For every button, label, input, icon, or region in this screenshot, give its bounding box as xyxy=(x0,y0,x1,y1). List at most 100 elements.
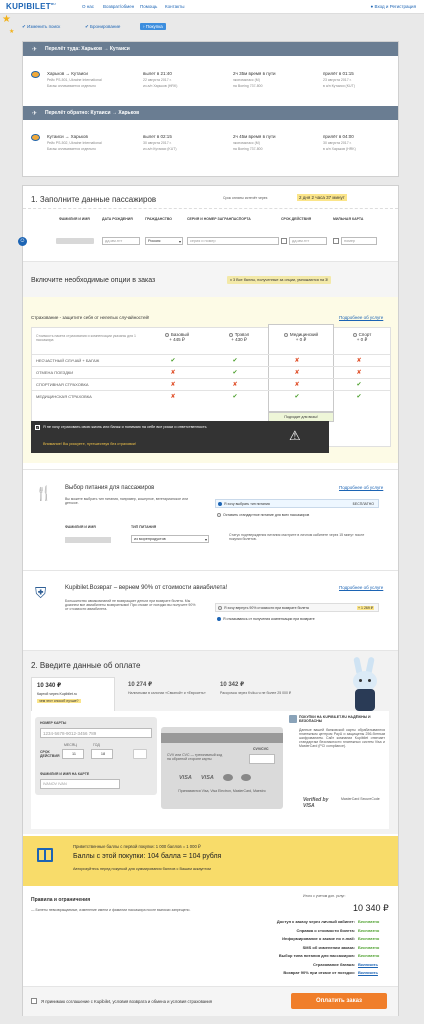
verified-by-visa-icon: Verified by VISA xyxy=(303,797,329,809)
pay-button[interactable]: Оплатить заказ xyxy=(291,993,387,1009)
visa-electron-logo-icon: VISA xyxy=(201,775,214,781)
meal-passenger-blurred xyxy=(65,537,111,543)
radio-meal-no[interactable] xyxy=(217,512,221,517)
insurance-row: МЕДИЦИНСКАЯ СТРАХОВКА ✘ ✔ ✔ ✔ xyxy=(32,390,390,402)
steps-bar: ★ ★ ✔ Изменить поиск ✔ Бронирование › По… xyxy=(0,14,424,38)
cross-icon: ✘ xyxy=(170,370,176,376)
flight-route: Харьков → Кутаиси xyxy=(47,71,88,76)
options-header: Включите необходимые опции в заказ x 3 В… xyxy=(23,261,398,297)
step-change-search[interactable]: ✔ Изменить поиск xyxy=(22,24,60,30)
logo[interactable]: KUPIBILETRU xyxy=(6,2,56,11)
insurance-row: СПОРТИВНАЯ СТРАХОВКА ✘ ✘ ✘ ✔ xyxy=(32,378,390,390)
arrival-date: 23 августа 2017 г. xyxy=(323,78,352,82)
arrival-time: прилёт в 04:00 xyxy=(323,134,354,139)
summary-line-label: Страхование багажа: xyxy=(313,961,355,967)
plan-sport[interactable]: Спорт + 0 ₽ xyxy=(332,332,392,343)
summary-line-label: Выбор типа питания для пассажиров: xyxy=(278,953,355,958)
summary-line-value: Бесплатно xyxy=(358,953,380,958)
rules-title: Правила и ограничения xyxy=(31,897,91,903)
radio-refund-no[interactable] xyxy=(217,616,221,621)
nav-contacts[interactable]: Контакты xyxy=(165,4,184,9)
meal-title: Выбор питания для пассажиров xyxy=(65,485,155,491)
expiry-input[interactable]: дд.мм.гггг xyxy=(289,237,327,245)
meal-option-yes[interactable]: Я хочу выбрать тип питания БЕСПЛАТНО xyxy=(215,499,379,508)
plane-icon: ✈ xyxy=(32,46,38,53)
step-purchase[interactable]: › Покупка xyxy=(140,23,166,30)
check-icon: ✔ xyxy=(294,394,300,400)
insurance-row-label: НЕСЧАСТНЫЙ СЛУЧАЙ + БАГАЖ xyxy=(36,358,100,363)
divider xyxy=(23,208,398,209)
nav-help[interactable]: Помощь xyxy=(140,4,157,9)
step-booking[interactable]: ✔ Бронирование xyxy=(85,24,120,30)
insurance-more-link[interactable]: Подробнее об услуге xyxy=(339,315,383,320)
check-icon: ✔ xyxy=(356,394,362,400)
login-link[interactable]: ● Вход и Регистрация xyxy=(371,4,416,9)
insurance-rows: НЕСЧАСТНЫЙ СЛУЧАЙ + БАГАЖ ✔ ✔ ✘ ✘ ОТМЕНА ПОЕЗ… xyxy=(32,354,390,402)
star-icon: ★ xyxy=(9,29,15,35)
cross-icon: ✘ xyxy=(356,358,362,364)
miles-input[interactable]: номер xyxy=(341,237,377,245)
decline-text: Я не хочу страховать свою жизнь или бага… xyxy=(43,425,207,429)
departure-date: 30 августа 2017 г. xyxy=(143,141,172,145)
plan-basic[interactable]: Базовый + 445 ₽ xyxy=(146,332,208,343)
flights-card: ✈ Перелёт туда: Харьков → Кутаиси Харько… xyxy=(22,41,399,177)
col-miles: МИЛЬНАЯ КАРТА xyxy=(333,217,364,221)
passport-input[interactable]: серия и номер xyxy=(187,237,279,245)
bonus-banner: Приветственные баллы с первой покупки: 1… xyxy=(23,836,398,886)
cvv-input[interactable] xyxy=(249,754,275,764)
card-month-input[interactable]: 11 xyxy=(62,749,84,759)
timer-label: Срок оплаты истечёт через xyxy=(223,196,268,200)
card-holder-input[interactable]: IVANOV IVAN xyxy=(40,779,120,789)
total-price: 10 340 ₽ xyxy=(353,903,389,913)
nav-refund[interactable]: Возврат/обмен xyxy=(103,4,134,9)
departure-airport: из а/п Кутаиси (KUT) xyxy=(143,147,177,151)
departure-airport: из а/п Харьков (HRK) xyxy=(143,84,178,88)
accessibility-icon[interactable]: ☺ xyxy=(18,237,27,246)
include-link[interactable]: Включить xyxy=(358,962,388,971)
why-link[interactable]: чем этот способ лучше? xyxy=(37,699,81,703)
flight-aircraft: на Boeing 737-800 xyxy=(233,84,263,88)
col-expiry: СРОК ДЕЙСТВИЯ xyxy=(281,217,312,221)
payment-method-card[interactable]: 10 340 ₽ Картой через Kupibilet.ru чем э… xyxy=(31,677,115,711)
flight-number: Рейс PS-501, Ukraine International xyxy=(47,78,102,82)
check-icon: ✔ xyxy=(170,358,176,364)
birth-date-input[interactable]: дд.мм.гггг xyxy=(102,237,140,245)
miles-checkbox[interactable] xyxy=(333,238,339,244)
radio-meal-yes[interactable] xyxy=(218,501,222,506)
payment-method-installment[interactable]: 10 342 ₽ Рассрочка через Kviku.ru не бол… xyxy=(215,677,299,707)
shield-icon: ⛨ xyxy=(35,585,47,602)
decline-checkbox[interactable]: ✓ xyxy=(35,425,40,430)
meal-option-no[interactable]: Оставить стандартное питание для всех па… xyxy=(215,510,379,519)
radio-medical[interactable] xyxy=(283,332,288,337)
outbound-flight: Харьков → Кутаиси Рейс PS-501, Ukraine I… xyxy=(23,56,398,106)
meal-more-link[interactable]: Подробнее об услуге xyxy=(339,485,383,490)
refund-option-no[interactable]: Я отказываюсь от получения компенсации п… xyxy=(215,614,379,623)
radio-refund-yes[interactable] xyxy=(218,605,222,610)
agree-checkbox[interactable] xyxy=(31,998,37,1004)
refund-option-yes[interactable]: Я хочу вернуть 90% стоимости при возврат… xyxy=(215,603,379,612)
summary-lines: Доступ к заказу через личный кабинет: Бес… xyxy=(183,919,388,979)
maestro-logo-icon xyxy=(241,774,251,781)
meal-section: 🍴 Выбор питания для пассажиров Подробнее… xyxy=(23,469,398,565)
payment-method-cash[interactable]: 10 274 ₽ Наличными в салонах «Связной» и… xyxy=(123,677,207,707)
summary-line-value: Бесплатно xyxy=(358,919,380,924)
summary-line-value: Бесплатно xyxy=(358,936,380,941)
flight-route: Кутаиси → Харьков xyxy=(47,134,88,139)
rules-text: — Билеты невозвращаемые, изменение имени… xyxy=(31,908,191,912)
card-number-input[interactable]: 1234-5678-9012-3456 789 xyxy=(40,728,152,738)
plan-travel[interactable]: Трэвэл + 430 ₽ xyxy=(208,332,270,343)
bonus-login-hint[interactable]: Авторизуйтесь перед покупкой для суммиро… xyxy=(73,867,211,871)
summary-section: Правила и ограничения — Билеты невозвращ… xyxy=(23,886,398,1016)
refund-desc: Большинство авиакомпаний не возвращает д… xyxy=(65,599,196,611)
include-link[interactable]: Включить xyxy=(358,970,388,979)
nav-about[interactable]: О нас xyxy=(82,4,94,9)
citizenship-select[interactable]: Россия ▾ xyxy=(145,237,183,245)
plane-icon: ✈ xyxy=(32,110,38,117)
meal-type-select[interactable]: из морепродуктов ▾ xyxy=(131,535,209,543)
bunny-mascot-icon xyxy=(345,656,389,715)
card-year-input[interactable]: 18 xyxy=(91,749,113,759)
refund-more-link[interactable]: Подробнее об услуге xyxy=(339,585,383,590)
col-citizen: ГРАЖДАНСТВО xyxy=(145,217,172,221)
expiry-checkbox[interactable] xyxy=(281,238,287,244)
col-name: ФАМИЛИЯ И ИМЯ xyxy=(59,217,90,221)
